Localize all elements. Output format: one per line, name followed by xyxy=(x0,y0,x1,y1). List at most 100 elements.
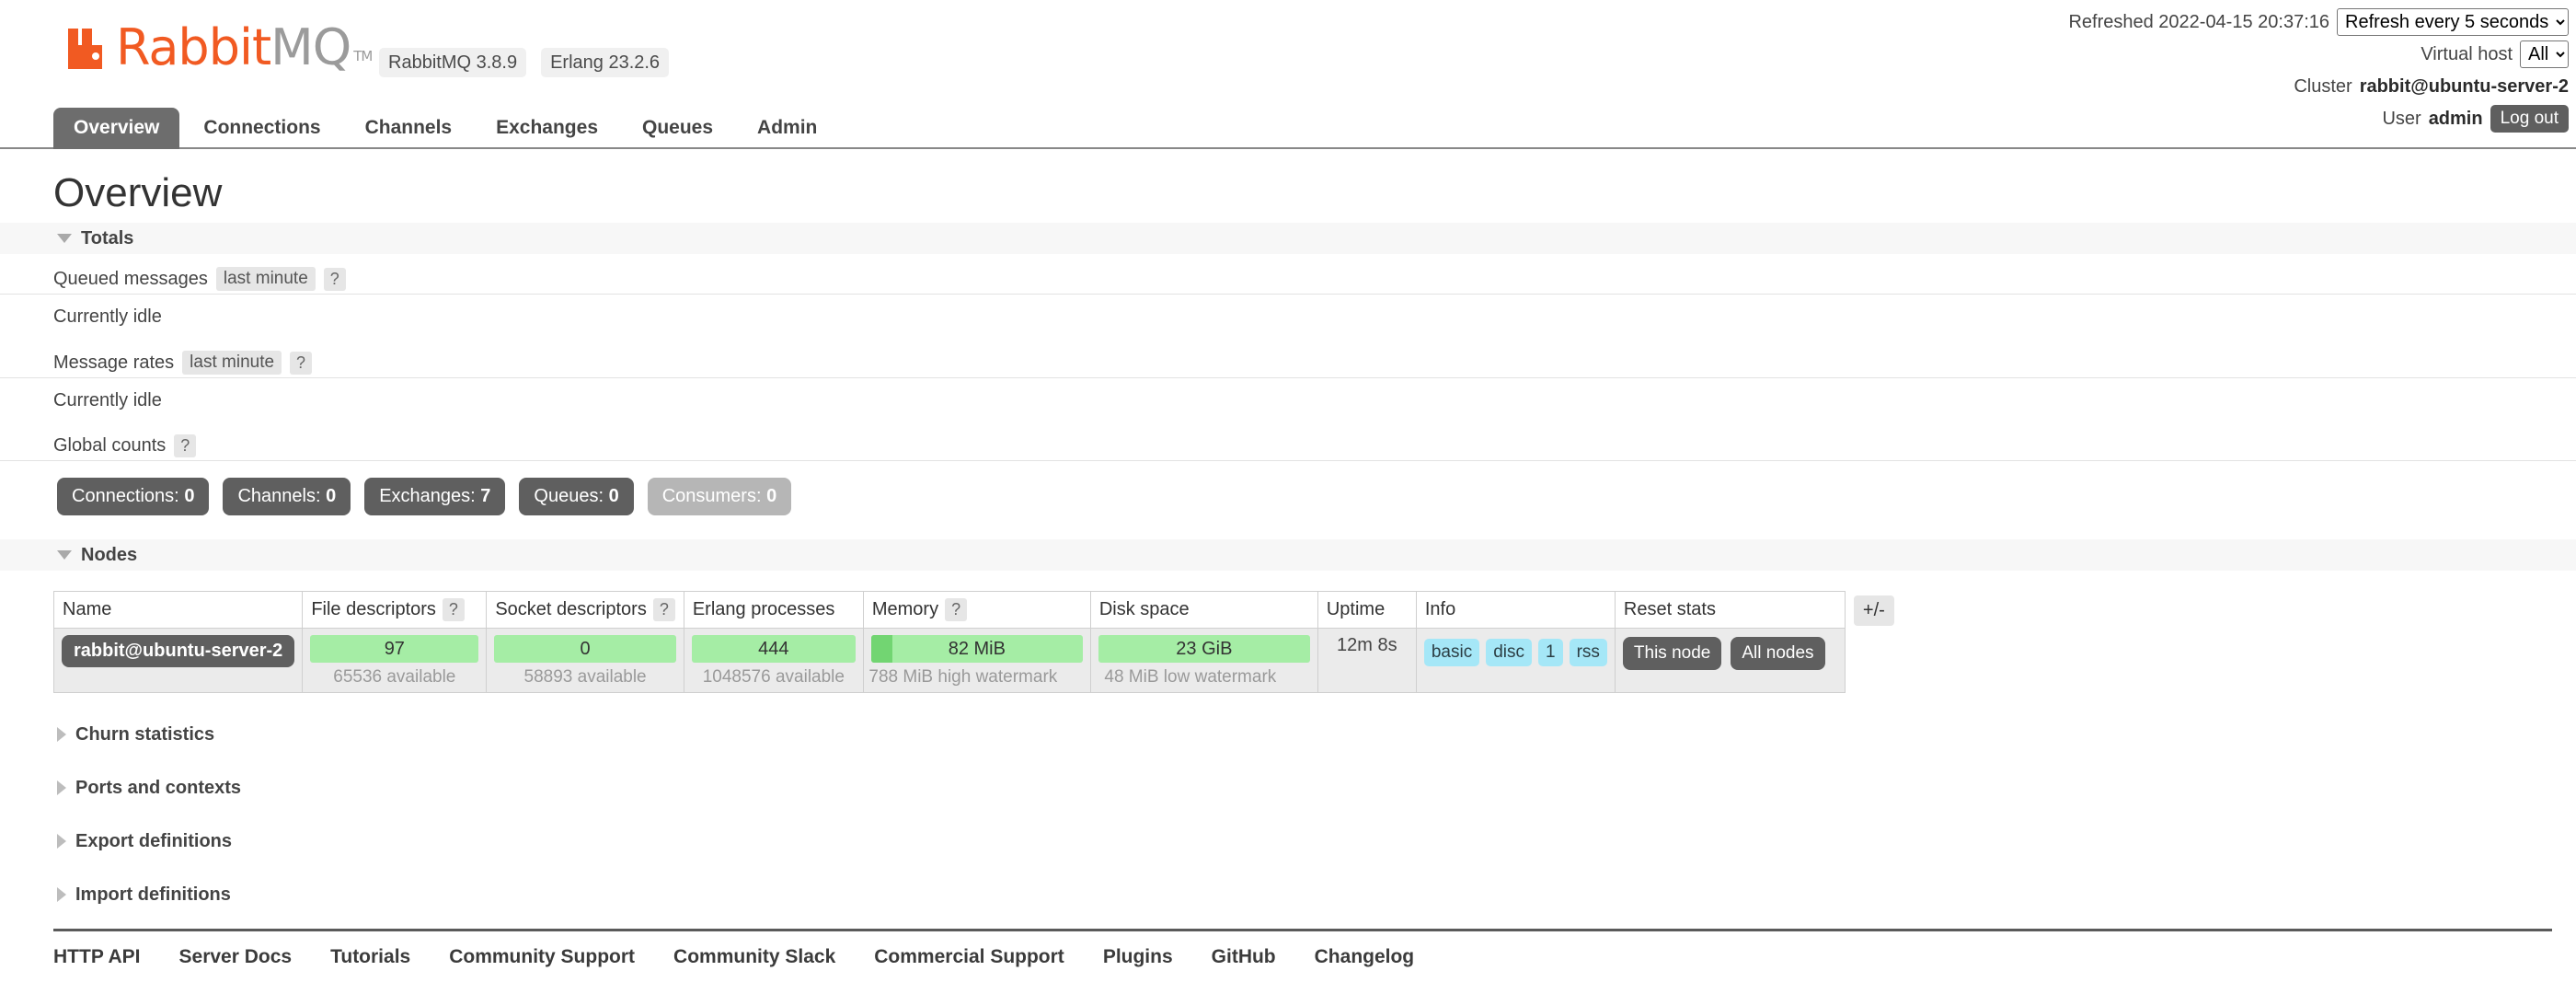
cell-info: basic disc 1 rss xyxy=(1416,629,1615,693)
refresh-interval-select[interactable]: Refresh every 5 seconds xyxy=(2337,8,2569,36)
column-header-reset-stats[interactable]: Reset stats xyxy=(1615,592,1845,629)
tab-admin[interactable]: Admin xyxy=(737,108,837,149)
cell-memory: 82 MiB 788 MiB high watermark xyxy=(863,629,1090,693)
column-header-name[interactable]: Name xyxy=(54,592,303,629)
page-title: Overview xyxy=(53,171,2576,215)
message-rates-help-icon[interactable]: ? xyxy=(290,352,312,375)
version-badges: RabbitMQ 3.8.9 Erlang 23.2.6 xyxy=(379,48,669,77)
count-label-queues: Queues: xyxy=(534,486,604,506)
file-descriptors-sub: 65536 available xyxy=(310,667,478,688)
footer-link-community-slack[interactable]: Community Slack xyxy=(673,946,835,968)
section-header-totals[interactable]: Totals xyxy=(0,223,2576,254)
footer-link-server-docs[interactable]: Server Docs xyxy=(179,946,293,968)
count-badge-exchanges[interactable]: Exchanges: 7 xyxy=(364,478,505,515)
section-title-churn-statistics: Churn statistics xyxy=(75,724,214,746)
footer-link-tutorials[interactable]: Tutorials xyxy=(330,946,410,968)
cluster-label: Cluster xyxy=(2294,76,2352,98)
queued-messages-help-icon[interactable]: ? xyxy=(324,268,346,291)
global-counts-help-icon[interactable]: ? xyxy=(174,434,196,457)
count-value-queues: 0 xyxy=(609,486,619,506)
vhost-select[interactable]: All xyxy=(2520,40,2569,68)
info-badge-basic[interactable]: basic xyxy=(1424,639,1479,666)
disk-space-bar: 23 GiB xyxy=(1098,635,1310,663)
tab-exchanges[interactable]: Exchanges xyxy=(476,108,618,149)
reset-all-nodes-button[interactable]: All nodes xyxy=(1731,637,1824,670)
logo-text-rabbit: Rabbit xyxy=(116,18,270,76)
toggle-columns-button[interactable]: +/- xyxy=(1854,595,1894,626)
section-header-churn-statistics[interactable]: Churn statistics xyxy=(0,708,2576,761)
count-value-consumers: 0 xyxy=(766,486,776,506)
count-label-consumers: Consumers: xyxy=(662,486,762,506)
column-header-memory[interactable]: Memory ? xyxy=(863,592,1090,629)
section-title-totals: Totals xyxy=(81,228,133,249)
erlang-processes-sub: 1048576 available xyxy=(692,667,856,688)
column-label-socket-descriptors: Socket descriptors xyxy=(495,599,647,620)
memory-sub: 788 MiB high watermark xyxy=(844,667,1083,688)
tab-overview[interactable]: Overview xyxy=(53,108,179,149)
table-row: rabbit@ubuntu-server-2 97 65536 availabl… xyxy=(54,629,1846,693)
message-rates-period-pill[interactable]: last minute xyxy=(182,351,282,375)
info-badge-disc[interactable]: disc xyxy=(1486,639,1532,666)
cell-disk-space: 23 GiB 48 MiB low watermark xyxy=(1090,629,1317,693)
column-header-uptime[interactable]: Uptime xyxy=(1317,592,1416,629)
info-badge-rss[interactable]: rss xyxy=(1570,639,1607,666)
count-badge-channels[interactable]: Channels: 0 xyxy=(223,478,351,515)
footer-link-commercial-support[interactable]: Commercial Support xyxy=(874,946,1064,968)
section-header-export-definitions[interactable]: Export definitions xyxy=(0,815,2576,868)
memory-value: 82 MiB xyxy=(949,639,1006,660)
chevron-right-icon xyxy=(57,727,66,742)
tab-queues[interactable]: Queues xyxy=(622,108,733,149)
chevron-right-icon xyxy=(57,780,66,795)
column-header-erlang-processes[interactable]: Erlang processes xyxy=(684,592,863,629)
footer-divider xyxy=(53,929,2552,931)
section-title-ports-and-contexts: Ports and contexts xyxy=(75,778,241,799)
column-header-info[interactable]: Info xyxy=(1416,592,1615,629)
nodes-table: Name File descriptors ? Socket descripto… xyxy=(53,591,1846,693)
memory-bar-fill xyxy=(871,635,892,663)
section-title-nodes: Nodes xyxy=(81,545,137,566)
count-badge-connections[interactable]: Connections: 0 xyxy=(57,478,209,515)
tab-channels[interactable]: Channels xyxy=(345,108,473,149)
footer-link-github[interactable]: GitHub xyxy=(1212,946,1276,968)
footer-link-list: HTTP API Server Docs Tutorials Community… xyxy=(53,946,2576,968)
count-label-connections: Connections: xyxy=(72,486,179,506)
chevron-down-icon xyxy=(57,234,72,243)
cluster-name: rabbit@ubuntu-server-2 xyxy=(2360,76,2569,98)
message-rates-heading: Message rates last minute ? xyxy=(0,338,2576,378)
memory-help-icon[interactable]: ? xyxy=(945,598,967,621)
queued-messages-label: Queued messages xyxy=(53,269,208,290)
count-badge-consumers[interactable]: Consumers: 0 xyxy=(648,478,792,515)
column-header-file-descriptors[interactable]: File descriptors ? xyxy=(303,592,487,629)
logo-text-mq: MQ xyxy=(270,18,351,76)
footer-link-changelog[interactable]: Changelog xyxy=(1315,946,1415,968)
footer-link-http-api[interactable]: HTTP API xyxy=(53,946,141,968)
rabbitmq-management-page: RabbitMQTM RabbitMQ 3.8.9 Erlang 23.2.6 … xyxy=(0,0,2576,994)
column-header-disk-space[interactable]: Disk space xyxy=(1090,592,1317,629)
count-badge-queues[interactable]: Queues: 0 xyxy=(519,478,633,515)
disk-space-value: 23 GiB xyxy=(1176,639,1232,660)
file-descriptors-help-icon[interactable]: ? xyxy=(443,598,465,621)
tab-connections[interactable]: Connections xyxy=(183,108,340,149)
refresh-row: Refreshed 2022-04-15 20:37:16 Refresh ev… xyxy=(2068,9,2569,35)
rabbitmq-logo[interactable]: RabbitMQTM xyxy=(66,23,372,73)
main-content: Overview Totals Queued messages last min… xyxy=(0,149,2576,968)
reset-this-node-button[interactable]: This node xyxy=(1623,637,1721,670)
section-header-ports-and-contexts[interactable]: Ports and contexts xyxy=(0,761,2576,815)
cell-file-descriptors: 97 65536 available xyxy=(303,629,487,693)
info-badge-group: basic disc 1 rss xyxy=(1424,635,1607,666)
page-footer: HTTP API Server Docs Tutorials Community… xyxy=(0,929,2576,968)
socket-descriptors-help-icon[interactable]: ? xyxy=(653,598,675,621)
node-name-link[interactable]: rabbit@ubuntu-server-2 xyxy=(62,635,294,667)
collapsed-sections: Churn statistics Ports and contexts Expo… xyxy=(0,708,2576,921)
rabbitmq-version-badge: RabbitMQ 3.8.9 xyxy=(379,48,526,77)
column-label-memory: Memory xyxy=(872,599,938,620)
section-header-nodes[interactable]: Nodes xyxy=(0,539,2576,571)
section-header-import-definitions[interactable]: Import definitions xyxy=(0,868,2576,921)
queued-messages-period-pill[interactable]: last minute xyxy=(216,267,316,291)
footer-link-community-support[interactable]: Community Support xyxy=(449,946,635,968)
footer-link-plugins[interactable]: Plugins xyxy=(1103,946,1173,968)
info-badge-count[interactable]: 1 xyxy=(1538,639,1563,666)
column-label-erlang-processes: Erlang processes xyxy=(693,599,835,620)
column-header-socket-descriptors[interactable]: Socket descriptors ? xyxy=(487,592,684,629)
section-title-export-definitions: Export definitions xyxy=(75,831,232,852)
